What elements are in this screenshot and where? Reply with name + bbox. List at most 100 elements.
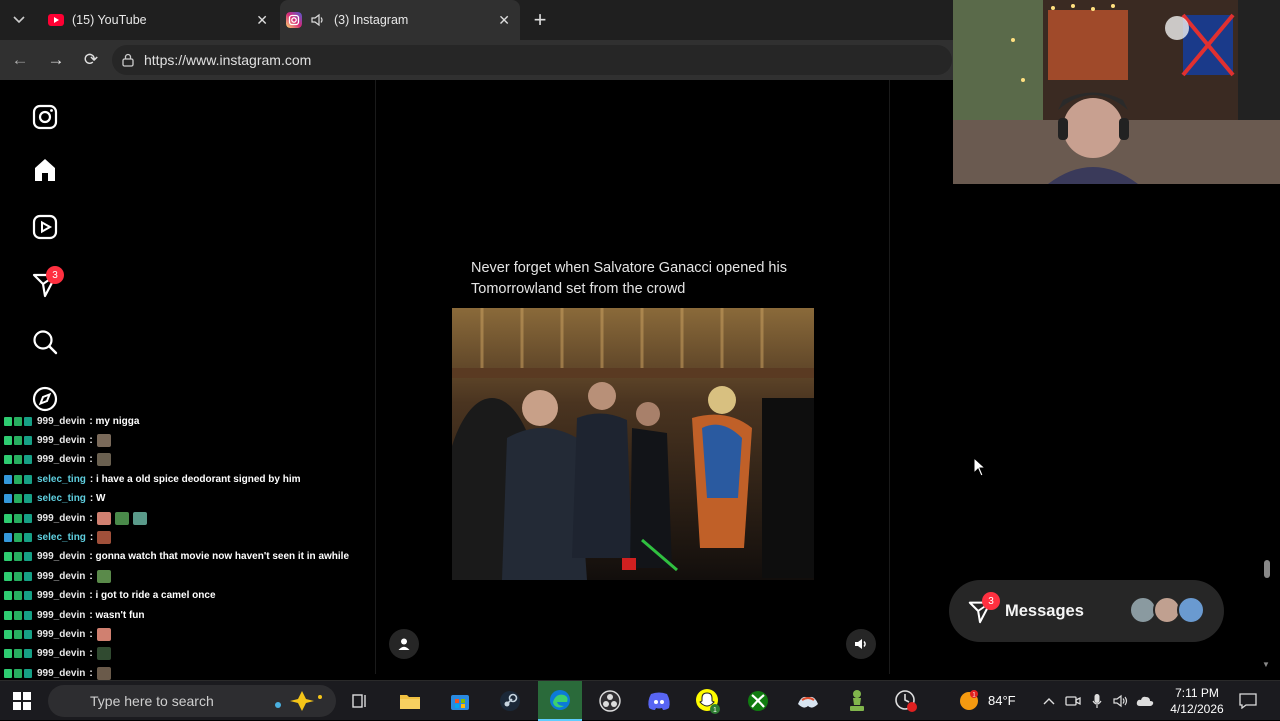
drop-badge-icon — [14, 494, 22, 504]
drop-badge-icon — [14, 629, 22, 639]
camera-icon[interactable] — [1064, 692, 1082, 710]
taskbar-search-box[interactable]: Type here to search — [48, 685, 336, 717]
sub-badge-icon — [24, 629, 32, 639]
person-icon — [398, 638, 410, 650]
chat-message: 999_devin: — [4, 567, 111, 585]
drop-badge-icon — [14, 532, 22, 542]
weather-widget[interactable]: 1 84°F — [958, 689, 1016, 711]
instagram-logo-icon[interactable] — [31, 103, 59, 131]
chat-badge-icon — [4, 455, 12, 465]
chat-text: : — [89, 434, 93, 446]
speaker-icon[interactable] — [1112, 692, 1130, 710]
chat-text: : — [89, 628, 93, 640]
rec-icon[interactable] — [892, 687, 920, 715]
explore-icon[interactable] — [31, 385, 59, 413]
drop-badge-icon — [14, 513, 22, 523]
browser-tab-strip: (15) YouTube ✕ (3) Instagram ✕ + — [0, 0, 955, 40]
back-button[interactable]: ← — [9, 49, 31, 71]
youtube-icon — [48, 14, 64, 26]
reel-video[interactable] — [452, 308, 814, 580]
chat-badge-icon — [4, 494, 12, 504]
sparkle-icon — [275, 691, 322, 711]
speaker-icon[interactable] — [310, 12, 326, 28]
tab-list-button[interactable] — [8, 10, 30, 30]
avatar — [1177, 596, 1205, 624]
drop-badge-icon — [14, 649, 22, 659]
chevron-up-icon[interactable] — [1040, 692, 1058, 710]
taskbar-clock[interactable]: 7:11 PM 4/12/2026 — [1160, 685, 1234, 717]
discord-icon[interactable] — [645, 687, 673, 715]
reload-button[interactable]: ⟳ — [80, 49, 102, 71]
chat-emote-icon — [96, 627, 111, 641]
chat-username: selec_ting — [37, 493, 86, 505]
chat-badge-icon — [4, 649, 12, 659]
snapchat-icon[interactable]: 1 — [694, 687, 722, 715]
forward-button[interactable]: → — [45, 49, 67, 71]
chat-badge-icon — [4, 513, 12, 523]
close-tab-icon[interactable]: ✕ — [498, 12, 510, 29]
scrollbar-thumb[interactable] — [1264, 560, 1270, 578]
microsoft-store-icon[interactable] — [446, 687, 474, 715]
new-tab-button[interactable]: + — [528, 7, 552, 32]
tagged-users-button[interactable] — [389, 629, 419, 659]
task-view-icon[interactable] — [346, 687, 374, 715]
chat-username: 999_devin — [37, 512, 86, 524]
microphone-icon[interactable] — [1088, 692, 1106, 710]
messages-label: Messages — [1005, 601, 1084, 620]
chat-text: : my nigga — [89, 416, 140, 427]
chat-message: 999_devin: — [4, 451, 111, 469]
chat-username: 999_devin — [37, 454, 86, 466]
mute-toggle-button[interactable] — [846, 629, 876, 659]
address-bar[interactable]: https://www.instagram.com — [112, 45, 952, 75]
sub-badge-icon — [24, 474, 32, 484]
chat-badge-icon — [4, 668, 12, 678]
chat-emote-icon — [96, 666, 111, 680]
search-icon[interactable] — [31, 328, 59, 356]
chat-text: : — [89, 570, 93, 582]
notification-center-icon[interactable] — [1238, 692, 1258, 710]
scroll-down-arrow-icon[interactable]: ▼ — [1262, 660, 1274, 670]
obs-icon[interactable] — [596, 687, 624, 715]
game-icon[interactable] — [794, 687, 822, 715]
chat-emote-icon — [96, 569, 111, 583]
edge-icon[interactable] — [538, 681, 582, 721]
chat-badge-icon — [4, 474, 12, 484]
chat-emote-icon — [96, 433, 111, 447]
chat-text: : W — [89, 493, 106, 505]
chat-badge-icon — [4, 435, 12, 445]
instagram-icon — [286, 12, 302, 28]
messages-widget[interactable]: 3 Messages — [949, 580, 1224, 642]
steam-icon[interactable] — [496, 687, 524, 715]
chat-message: 999_devin: i got to ride a camel once — [4, 587, 216, 605]
chat-message: 999_devin: wasn't fun — [4, 606, 145, 624]
sub-badge-icon — [24, 571, 32, 581]
tab-youtube[interactable]: (15) YouTube ✕ — [38, 0, 278, 40]
volume-icon — [855, 639, 866, 649]
stream-chat-overlay: 999_devin: my nigga 999_devin:999_devin: s… — [0, 416, 370, 720]
chat-username: 999_devin — [37, 434, 86, 446]
reel-viewer[interactable]: Never forget when Salvatore Ganacci open… — [375, 80, 890, 674]
tab-title: (3) Instagram — [334, 13, 409, 27]
close-tab-icon[interactable]: ✕ — [256, 12, 268, 29]
chat-badge-icon — [4, 552, 12, 562]
site-info-icon[interactable] — [122, 53, 134, 67]
chat-text: : gonna watch that movie now haven't see… — [89, 551, 350, 563]
chat-username: 999_devin — [37, 590, 86, 602]
start-button[interactable] — [8, 687, 36, 715]
chess-icon[interactable] — [843, 687, 871, 715]
tab-instagram[interactable]: (3) Instagram ✕ — [280, 0, 520, 40]
webcam-overlay — [953, 0, 1280, 184]
xbox-icon[interactable] — [744, 687, 772, 715]
chat-badge-icon — [4, 591, 12, 601]
chat-message: 999_devin: gonna watch that movie now ha… — [4, 548, 349, 566]
file-explorer-icon[interactable] — [396, 687, 424, 715]
home-icon[interactable] — [31, 156, 59, 184]
chat-message: selec_ting: — [4, 528, 112, 546]
drop-badge-icon — [14, 435, 22, 445]
chat-username: 999_devin — [37, 648, 86, 660]
sub-badge-icon — [24, 552, 32, 562]
cloud-icon[interactable] — [1136, 692, 1154, 710]
chat-message: selec_ting: i have a old spice deodorant… — [4, 470, 301, 488]
reels-icon[interactable] — [31, 213, 59, 241]
chat-badge-icon — [4, 416, 12, 426]
